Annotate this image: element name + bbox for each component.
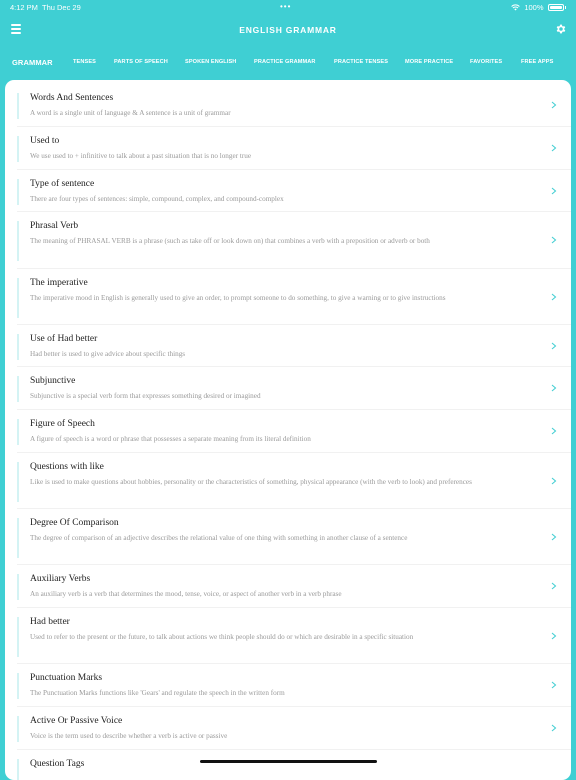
- tab-practice-grammar[interactable]: PRACTICE GRAMMAR: [254, 59, 316, 65]
- item-description: We use used to + infinitive to talk abou…: [30, 152, 252, 160]
- tab-practice-tenses[interactable]: PRACTICE TENSES: [334, 59, 388, 65]
- accent-bar: [17, 759, 19, 780]
- navigation-bar: ENGLISH GRAMMAR: [0, 18, 576, 42]
- topic-list: Words And Sentences A word is a single u…: [5, 80, 571, 780]
- item-title: Phrasal Verb: [30, 221, 79, 231]
- item-description: Like is used to make questions about hob…: [30, 478, 472, 486]
- status-bar: 4:12 PM Thu Dec 29 ••• 100%: [0, 0, 576, 14]
- tab-free-apps[interactable]: FREE APPS: [521, 59, 553, 65]
- battery-nub: [564, 6, 566, 9]
- item-description: The Punctuation Marks functions like 'Ge…: [30, 689, 285, 697]
- list-item[interactable]: Active Or Passive Voice Voice is the ter…: [5, 707, 571, 750]
- list-item[interactable]: The imperative The imperative mood in En…: [5, 269, 571, 325]
- list-item[interactable]: Phrasal Verb The meaning of PHRASAL VERB…: [5, 212, 571, 269]
- category-tabs: GRAMMAR TENSES PARTS OF SPEECH SPOKEN EN…: [0, 55, 576, 71]
- accent-bar: [17, 334, 19, 360]
- item-title: Used to: [30, 136, 60, 146]
- item-description: There are four types of sentences: simpl…: [30, 195, 284, 203]
- chevron-right-icon: [551, 477, 557, 485]
- tab-spoken-english[interactable]: SPOKEN ENGLISH: [185, 59, 236, 65]
- status-right: 100%: [511, 3, 566, 12]
- accent-bar: [17, 93, 19, 119]
- tab-parts-of-speech[interactable]: PARTS OF SPEECH: [114, 59, 168, 65]
- item-title: Subjunctive: [30, 376, 76, 386]
- chevron-right-icon: [551, 236, 557, 244]
- tab-more-practice[interactable]: MORE PRACTICE: [405, 59, 453, 65]
- list-item[interactable]: Used to We use used to + infinitive to t…: [5, 127, 571, 170]
- page-title: ENGLISH GRAMMAR: [239, 25, 337, 35]
- accent-bar: [17, 136, 19, 162]
- item-description: A figure of speech is a word or phrase t…: [30, 435, 311, 443]
- chevron-right-icon: [551, 342, 557, 350]
- accent-bar: [17, 673, 19, 699]
- chevron-right-icon: [551, 293, 557, 301]
- home-indicator[interactable]: [200, 760, 377, 763]
- list-item[interactable]: Figure of Speech A figure of speech is a…: [5, 410, 571, 453]
- chevron-right-icon: [551, 144, 557, 152]
- accent-bar: [17, 221, 19, 261]
- item-description: Used to refer to the present or the futu…: [30, 633, 414, 641]
- status-date: Thu Dec 29: [42, 3, 81, 12]
- chevron-right-icon: [551, 582, 557, 590]
- accent-bar: [17, 179, 19, 205]
- chevron-right-icon: [551, 427, 557, 435]
- chevron-right-icon: [551, 384, 557, 392]
- chevron-right-icon: [551, 187, 557, 195]
- accent-bar: [17, 518, 19, 558]
- item-description: The imperative mood in English is genera…: [30, 294, 446, 302]
- accent-bar: [17, 617, 19, 657]
- accent-bar: [17, 278, 19, 318]
- accent-bar: [17, 419, 19, 445]
- item-title: Type of sentence: [30, 179, 95, 189]
- tab-tenses[interactable]: TENSES: [73, 59, 96, 65]
- item-title: Use of Had better: [30, 334, 98, 344]
- battery-percent: 100%: [524, 3, 544, 12]
- chevron-right-icon: [551, 681, 557, 689]
- list-item[interactable]: Words And Sentences A word is a single u…: [5, 85, 571, 127]
- list-item[interactable]: Question Tags: [5, 750, 571, 780]
- item-title: Auxiliary Verbs: [30, 574, 91, 584]
- battery-icon: [547, 4, 564, 11]
- item-title: The imperative: [30, 278, 88, 288]
- accent-bar: [17, 716, 19, 742]
- item-title: Degree Of Comparison: [30, 518, 119, 528]
- list-item[interactable]: Subjunctive Subjunctive is a special ver…: [5, 367, 571, 410]
- list-item[interactable]: Use of Had better Had better is used to …: [5, 325, 571, 367]
- list-item[interactable]: Type of sentence There are four types of…: [5, 170, 571, 212]
- list-item[interactable]: Degree Of Comparison The degree of compa…: [5, 509, 571, 565]
- tab-favorites[interactable]: FAVORITES: [470, 59, 502, 65]
- item-title: Punctuation Marks: [30, 673, 103, 683]
- item-description: An auxiliary verb is a verb that determi…: [30, 590, 342, 598]
- chevron-right-icon: [551, 533, 557, 541]
- chevron-right-icon: [551, 101, 557, 109]
- item-title: Had better: [30, 617, 70, 627]
- wifi-icon: [511, 4, 521, 11]
- accent-bar: [17, 376, 19, 402]
- item-description: The degree of comparison of an adjective…: [30, 534, 408, 542]
- item-title: Active Or Passive Voice: [30, 716, 123, 726]
- item-description: The meaning of PHRASAL VERB is a phrase …: [30, 237, 430, 245]
- gear-icon[interactable]: [555, 23, 567, 35]
- list-item[interactable]: Questions with like Like is used to make…: [5, 453, 571, 509]
- status-time: 4:12 PM: [10, 3, 38, 12]
- list-item[interactable]: Punctuation Marks The Punctuation Marks …: [5, 664, 571, 707]
- item-title: Questions with like: [30, 462, 104, 472]
- item-description: Voice is the term used to describe wheth…: [30, 732, 228, 740]
- chevron-right-icon: [551, 632, 557, 640]
- accent-bar: [17, 462, 19, 502]
- item-description: Had better is used to give advice about …: [30, 350, 186, 358]
- item-title: Words And Sentences: [30, 93, 114, 103]
- item-description: Subjunctive is a special verb form that …: [30, 392, 261, 400]
- list-item[interactable]: Had better Used to refer to the present …: [5, 608, 571, 664]
- chevron-right-icon: [551, 724, 557, 732]
- accent-bar: [17, 574, 19, 600]
- item-title: Figure of Speech: [30, 419, 95, 429]
- tab-grammar[interactable]: GRAMMAR: [12, 58, 53, 67]
- item-description: A word is a single unit of language & A …: [30, 109, 231, 117]
- list-item[interactable]: Auxiliary Verbs An auxiliary verb is a v…: [5, 565, 571, 608]
- multitasking-dots: •••: [280, 2, 292, 11]
